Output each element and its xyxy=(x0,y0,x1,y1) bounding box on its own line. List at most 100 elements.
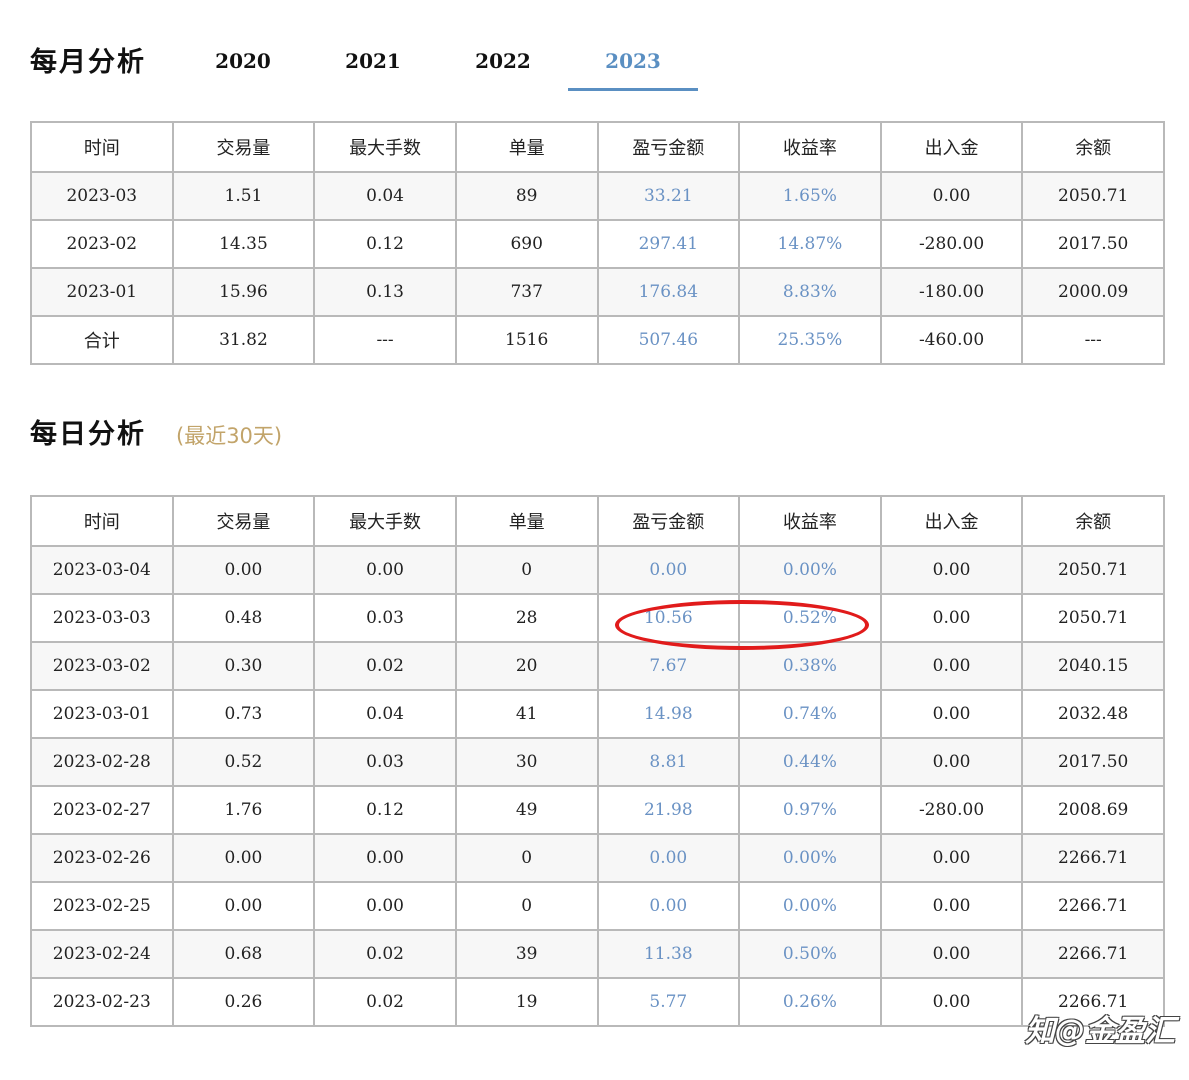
cell-time: 2023-02 xyxy=(30,219,174,269)
cell-volume: 0.00 xyxy=(171,545,316,595)
cell-pnl: 507.46 xyxy=(596,315,741,365)
tab-2020[interactable]: 2020 xyxy=(178,40,308,88)
cell-pnl: 14.98 xyxy=(596,689,741,739)
table-row: 2023-01 15.96 0.13 737 176.84 8.83% -180… xyxy=(30,267,1165,317)
header-deposit-withdraw: 出入金 xyxy=(879,495,1024,547)
cell-return: 0.00% xyxy=(738,833,882,883)
cell-max-lots: 0.02 xyxy=(313,641,457,691)
cell-pnl: 21.98 xyxy=(596,785,741,835)
cell-deposit-withdraw: 0.00 xyxy=(879,833,1024,883)
table-row: 2023-03-02 0.30 0.02 20 7.67 0.38% 0.00 … xyxy=(30,641,1165,691)
cell-deposit-withdraw: 0.00 xyxy=(879,545,1024,595)
header-max-lots: 最大手数 xyxy=(313,121,457,173)
cell-balance: 2266.71 xyxy=(1021,929,1165,979)
header-orders: 单量 xyxy=(454,121,599,173)
cell-volume: 0.26 xyxy=(171,977,316,1027)
cell-orders: 20 xyxy=(454,641,599,691)
header-pnl: 盈亏金额 xyxy=(596,121,741,173)
cell-volume: 0.00 xyxy=(171,833,316,883)
cell-orders: 39 xyxy=(454,929,599,979)
cell-pnl: 5.77 xyxy=(596,977,741,1027)
cell-deposit-withdraw: 0.00 xyxy=(879,689,1024,739)
header-orders: 单量 xyxy=(454,495,599,547)
cell-volume: 14.35 xyxy=(171,219,316,269)
daily-table: 时间 交易量 最大手数 单量 盈亏金额 收益率 出入金 余额 2023-03-0… xyxy=(30,495,1165,1027)
cell-balance: --- xyxy=(1021,315,1165,365)
cell-deposit-withdraw: 0.00 xyxy=(879,929,1024,979)
cell-return: 0.26% xyxy=(738,977,882,1027)
cell-pnl: 7.67 xyxy=(596,641,741,691)
cell-time: 2023-03-02 xyxy=(30,641,174,691)
table-row: 2023-03-03 0.48 0.03 28 10.56 0.52% 0.00… xyxy=(30,593,1165,643)
cell-deposit-withdraw: 0.00 xyxy=(879,171,1024,221)
cell-return: 0.97% xyxy=(738,785,882,835)
cell-balance: 2000.09 xyxy=(1021,267,1165,317)
header-deposit-withdraw: 出入金 xyxy=(879,121,1024,173)
cell-orders: 89 xyxy=(454,171,599,221)
table-row: 2023-02-27 1.76 0.12 49 21.98 0.97% -280… xyxy=(30,785,1165,835)
header-volume: 交易量 xyxy=(171,121,316,173)
cell-orders: 690 xyxy=(454,219,599,269)
cell-pnl: 11.38 xyxy=(596,929,741,979)
cell-time: 2023-02-23 xyxy=(30,977,174,1027)
cell-deposit-withdraw: 0.00 xyxy=(879,881,1024,931)
cell-balance: 2017.50 xyxy=(1021,737,1165,787)
cell-volume: 31.82 xyxy=(171,315,316,365)
cell-orders: 41 xyxy=(454,689,599,739)
cell-volume: 0.00 xyxy=(171,881,316,931)
cell-deposit-withdraw: -280.00 xyxy=(879,219,1024,269)
cell-balance: 2266.71 xyxy=(1021,833,1165,883)
cell-volume: 15.96 xyxy=(171,267,316,317)
header-max-lots: 最大手数 xyxy=(313,495,457,547)
daily-analysis-subtitle: (最近30天) xyxy=(176,424,283,448)
cell-time: 2023-02-26 xyxy=(30,833,174,883)
cell-max-lots: 0.13 xyxy=(313,267,457,317)
header-time: 时间 xyxy=(30,121,174,173)
watermark: 知@金盈汇 xyxy=(1025,1014,1175,1049)
monthly-header-row: 时间 交易量 最大手数 单量 盈亏金额 收益率 出入金 余额 xyxy=(30,121,1165,173)
table-row: 2023-03-01 0.73 0.04 41 14.98 0.74% 0.00… xyxy=(30,689,1165,739)
cell-orders: 0 xyxy=(454,833,599,883)
cell-balance: 2050.71 xyxy=(1021,545,1165,595)
cell-max-lots: 0.03 xyxy=(313,593,457,643)
table-row: 2023-02 14.35 0.12 690 297.41 14.87% -28… xyxy=(30,219,1165,269)
cell-deposit-withdraw: 0.00 xyxy=(879,977,1024,1027)
cell-deposit-withdraw: -460.00 xyxy=(879,315,1024,365)
cell-max-lots: 0.12 xyxy=(313,785,457,835)
cell-return: 0.52% xyxy=(738,593,882,643)
table-row: 2023-02-26 0.00 0.00 0 0.00 0.00% 0.00 2… xyxy=(30,833,1165,883)
cell-return: 25.35% xyxy=(738,315,882,365)
table-row: 2023-02-24 0.68 0.02 39 11.38 0.50% 0.00… xyxy=(30,929,1165,979)
cell-pnl: 0.00 xyxy=(596,881,741,931)
cell-time: 2023-03 xyxy=(30,171,174,221)
cell-volume: 0.68 xyxy=(171,929,316,979)
tab-2022[interactable]: 2022 xyxy=(438,40,568,88)
total-row: 合计 31.82 --- 1516 507.46 25.35% -460.00 … xyxy=(30,315,1165,365)
header-return: 收益率 xyxy=(738,495,882,547)
tab-2023[interactable]: 2023 xyxy=(568,40,698,91)
cell-volume: 0.30 xyxy=(171,641,316,691)
cell-deposit-withdraw: 0.00 xyxy=(879,737,1024,787)
table-row: 2023-02-23 0.26 0.02 19 5.77 0.26% 0.00 … xyxy=(30,977,1165,1027)
cell-return: 14.87% xyxy=(738,219,882,269)
cell-return: 0.38% xyxy=(738,641,882,691)
cell-pnl: 33.21 xyxy=(596,171,741,221)
cell-time: 2023-02-24 xyxy=(30,929,174,979)
tab-2021[interactable]: 2021 xyxy=(308,40,438,88)
cell-orders: 19 xyxy=(454,977,599,1027)
cell-volume: 1.76 xyxy=(171,785,316,835)
cell-pnl: 297.41 xyxy=(596,219,741,269)
cell-time: 2023-01 xyxy=(30,267,174,317)
monthly-table: 时间 交易量 最大手数 单量 盈亏金额 收益率 出入金 余额 2023-03 1… xyxy=(30,121,1165,365)
cell-orders: 49 xyxy=(454,785,599,835)
cell-deposit-withdraw: -280.00 xyxy=(879,785,1024,835)
cell-return: 0.00% xyxy=(738,545,882,595)
cell-balance: 2050.71 xyxy=(1021,593,1165,643)
table-row: 2023-03 1.51 0.04 89 33.21 1.65% 0.00 20… xyxy=(30,171,1165,221)
monthly-analysis-title: 每月分析 xyxy=(30,47,146,78)
cell-return: 0.50% xyxy=(738,929,882,979)
cell-return: 0.74% xyxy=(738,689,882,739)
cell-max-lots: --- xyxy=(313,315,457,365)
cell-deposit-withdraw: -180.00 xyxy=(879,267,1024,317)
daily-header-row: 时间 交易量 最大手数 单量 盈亏金额 收益率 出入金 余额 xyxy=(30,495,1165,547)
